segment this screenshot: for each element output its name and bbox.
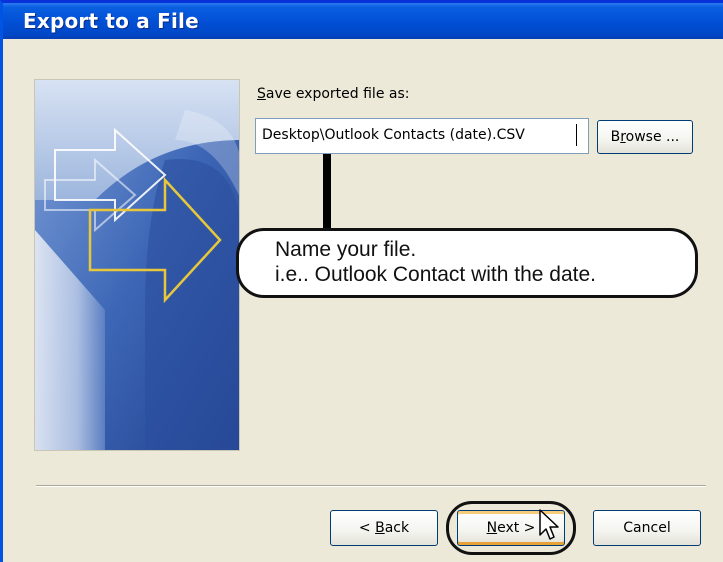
browse-label-prefix: B xyxy=(610,129,621,145)
instruction-callout: Name your file. i.e.. Outlook Contact wi… xyxy=(236,228,698,298)
title-bar[interactable]: Export to a File xyxy=(3,3,723,39)
wizard-graphic xyxy=(34,79,240,451)
save-label-mnemonic: S xyxy=(257,86,266,102)
browse-button[interactable]: Browse ... xyxy=(597,120,693,154)
back-label-prefix: < xyxy=(358,520,376,536)
callout-line-2: i.e.. Outlook Contact with the date. xyxy=(275,263,597,286)
window-title: Export to a File xyxy=(23,9,199,33)
back-label-mnemonic: B xyxy=(375,520,385,536)
save-as-label: Save exported file as: xyxy=(257,86,409,102)
cancel-button[interactable]: Cancel xyxy=(593,510,701,546)
back-button[interactable]: < Back xyxy=(330,510,438,546)
wizard-arrows-illustration xyxy=(35,80,239,450)
file-path-input[interactable]: Desktop\Outlook Contacts (date).CSV xyxy=(255,118,589,154)
arrow-pointer-icon xyxy=(539,509,559,540)
callout-line-1: Name your file. xyxy=(275,238,417,261)
callout-pointer xyxy=(323,154,331,232)
text-caret xyxy=(576,124,577,146)
back-label-suffix: ack xyxy=(384,520,410,536)
browse-label-suffix: owse ... xyxy=(625,129,680,145)
cancel-label: Cancel xyxy=(623,520,671,536)
save-label-text: ave exported file as: xyxy=(265,86,410,102)
button-area-divider xyxy=(36,485,706,487)
